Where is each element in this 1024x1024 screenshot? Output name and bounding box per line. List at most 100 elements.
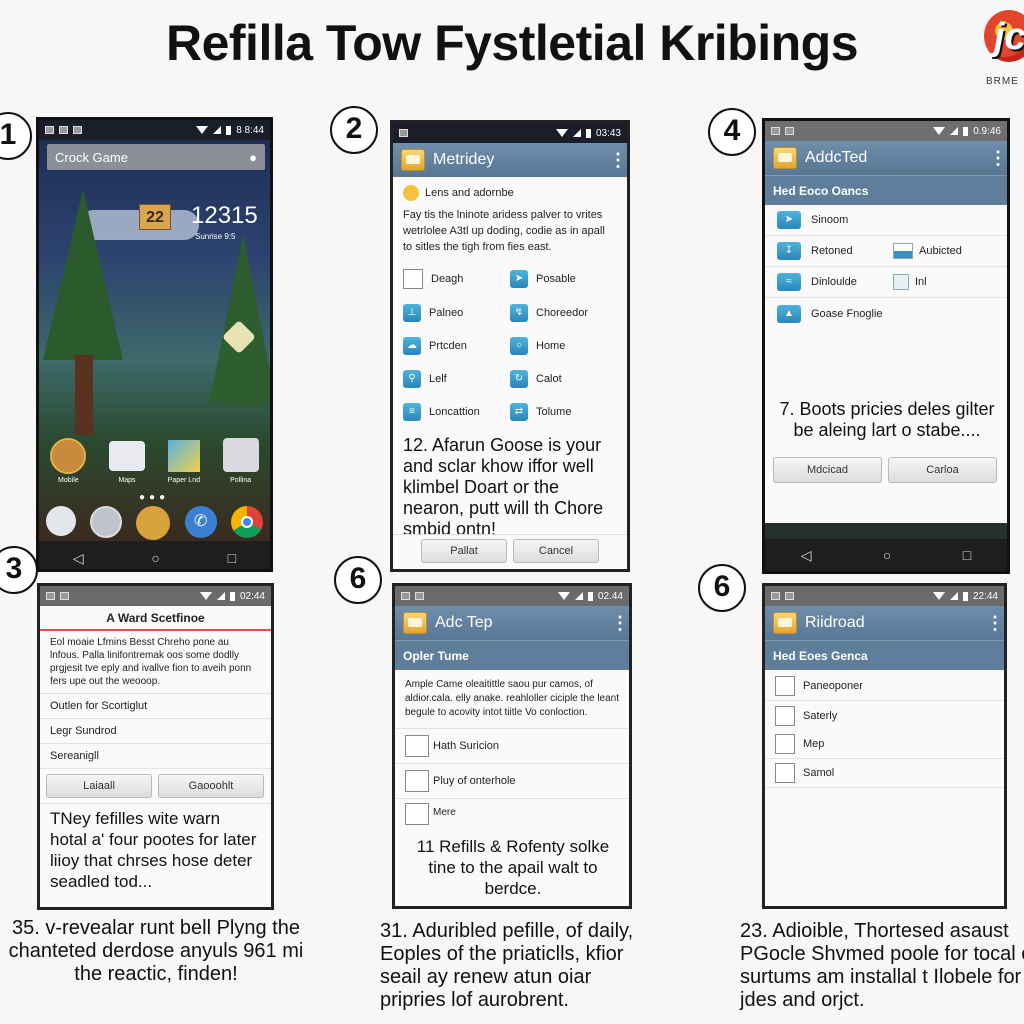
step-badge-6b: 6 [698, 564, 746, 612]
section-subheader: Opler Tume [395, 640, 629, 670]
option-item[interactable]: ☁ Prtcden [403, 337, 510, 355]
checkbox-item[interactable]: Mep [765, 730, 1004, 759]
app-label: Pollina [230, 477, 252, 484]
chrome-icon[interactable] [230, 506, 263, 538]
checkbox-list: Paneoponer Saterly Mep Samol [765, 670, 1004, 788]
overflow-menu-icon[interactable]: ⋮ [989, 148, 1007, 169]
app-mobile[interactable]: Mobile [50, 438, 87, 484]
overflow-menu-icon[interactable]: ⋮ [986, 613, 1004, 634]
cancel-button[interactable]: Carloa [888, 457, 997, 483]
description-text: Ample Came oleaitittle saou pur camos, o… [395, 670, 629, 729]
recents-icon[interactable]: □ [228, 550, 236, 566]
app-pollina[interactable]: Pollina [222, 438, 259, 484]
spacer [765, 523, 1007, 539]
battery-icon [226, 125, 232, 135]
phone-icon[interactable]: ✆ [184, 506, 217, 538]
list-item[interactable]: Sereanigll [40, 744, 271, 769]
checkbox-item[interactable]: Pluy of onterhole [395, 764, 629, 799]
phone-screen-5: 02.44 Adc Tep ⋮ Opler Tume Ample Came ol… [392, 583, 632, 909]
browser-icon[interactable] [90, 506, 123, 538]
wallpaper: Crock Game ● 22 12315 Sunrise 9:5 Mobile… [39, 140, 270, 541]
option-item[interactable]: ⊥ Palneo [403, 304, 510, 322]
gallery-icon[interactable] [46, 506, 77, 536]
list-item[interactable]: ↧ Retoned Aubicted [765, 236, 1007, 267]
option-item[interactable]: ↻ Calot [510, 370, 617, 388]
download-button[interactable]: Mdcicad [773, 457, 882, 483]
overflow-menu-icon[interactable]: ⋮ [611, 613, 629, 634]
clock-widget[interactable]: 12315 [191, 202, 258, 230]
battery-icon [585, 128, 591, 138]
checkbox-label: Paneoponer [803, 680, 863, 692]
options-list: Outlen for Scortiglut Legr Sundrod Serea… [40, 694, 271, 769]
option-item[interactable]: ⇄ Tolume [510, 403, 617, 421]
date-widget[interactable]: 22 [139, 204, 171, 230]
option-item[interactable]: Deagh [403, 269, 510, 289]
checkbox-item[interactable]: Hath Suricion [395, 729, 629, 764]
dialog-actions: Laiaall Gaooohlt [40, 769, 271, 804]
item-label: Goase Fnoglie [811, 307, 883, 320]
page-title: Refilla Tow Fystletial Kribings [165, 15, 859, 71]
checkbox[interactable] [775, 705, 795, 726]
checkbox[interactable] [775, 676, 795, 696]
app-maps[interactable]: Maps [109, 438, 145, 484]
logo-mark-icon: jc [984, 10, 1024, 62]
checkbox-label: Mep [803, 738, 825, 750]
home-icon[interactable]: ○ [151, 550, 159, 566]
checkbox[interactable] [775, 734, 795, 754]
checkbox[interactable] [405, 735, 429, 757]
checkbox-list: Hath Suricion Pluy of onterhole Mere [395, 729, 629, 829]
mail-app-icon [401, 149, 425, 171]
battery-icon [963, 126, 969, 136]
checkbox[interactable] [405, 770, 429, 792]
mic-icon[interactable]: ● [249, 150, 257, 165]
cancel-button[interactable]: Cancel [513, 539, 599, 563]
wifi-icon [555, 129, 568, 137]
list-item[interactable]: ➤ Sinoom [765, 205, 1007, 236]
step-badge-6a: 6 [334, 556, 382, 604]
ok-button[interactable]: Pallat [421, 539, 507, 563]
option-item[interactable]: ⚲ Lelf [403, 370, 510, 388]
search-bar[interactable]: Crock Game ● [47, 144, 265, 170]
list-item[interactable]: ≈ Dinloulde Inl [765, 267, 1007, 298]
signal-icon [574, 592, 583, 600]
dialog-actions: Mdcicad Carloa [773, 457, 997, 483]
dock: ✆ [39, 506, 270, 540]
checkbox-item[interactable]: Mere [395, 799, 629, 829]
posable-icon: ➤ [510, 270, 528, 288]
back-icon[interactable]: ◁ [73, 550, 84, 567]
checkbox[interactable] [403, 269, 423, 289]
right-button[interactable]: Gaooohlt [158, 774, 264, 798]
wifi-icon [199, 592, 212, 600]
list-item[interactable]: ▲ Goase Fnoglie [765, 298, 1007, 329]
option-label: Choreedor [536, 307, 588, 319]
checkbox[interactable] [405, 803, 429, 825]
back-icon[interactable]: ◁ [801, 547, 812, 564]
app-paper[interactable]: Paper Lnd [168, 438, 200, 484]
section-header: Lens and adornbe [403, 185, 617, 201]
checkbox-item[interactable]: Samol [765, 759, 1004, 788]
wifi-icon [557, 592, 570, 600]
checkbox[interactable] [775, 763, 795, 783]
option-item[interactable]: ➤ Posable [510, 269, 617, 289]
option-item[interactable]: ≡ Loncattion [403, 403, 510, 421]
description-text: Fay tis the lninote aridess palver to vr… [403, 209, 605, 253]
search-app-icon[interactable] [136, 506, 171, 540]
overflow-menu-icon[interactable]: ⋮ [609, 150, 627, 171]
search-input[interactable]: Crock Game [55, 150, 128, 165]
phone-screen-2: 03:43 Metridey ⋮ Lens and adornbe Fay ti… [390, 120, 630, 572]
option-item[interactable]: ○ Home [510, 337, 617, 355]
left-button[interactable]: Laiaall [46, 774, 152, 798]
brand-logo: jc BRME [980, 6, 1024, 87]
profile-icon: ▲ [777, 304, 801, 323]
home-icon[interactable]: ○ [883, 547, 891, 563]
option-item[interactable]: ↯ Choreedor [510, 304, 617, 322]
description-text: Eol moaie Lfmins Besst Chreho pone au ln… [40, 631, 271, 694]
recents-icon[interactable]: □ [963, 547, 971, 563]
checkbox-item[interactable]: Saterly [765, 701, 1004, 730]
option-label: Home [536, 340, 566, 352]
list-item[interactable]: Outlen for Scortiglut [40, 694, 271, 719]
option-label: Tolume [536, 406, 572, 418]
list-item[interactable]: Legr Sundrod [40, 719, 271, 744]
checkbox-item[interactable]: Paneoponer [765, 672, 1004, 701]
signal-icon [213, 126, 222, 134]
